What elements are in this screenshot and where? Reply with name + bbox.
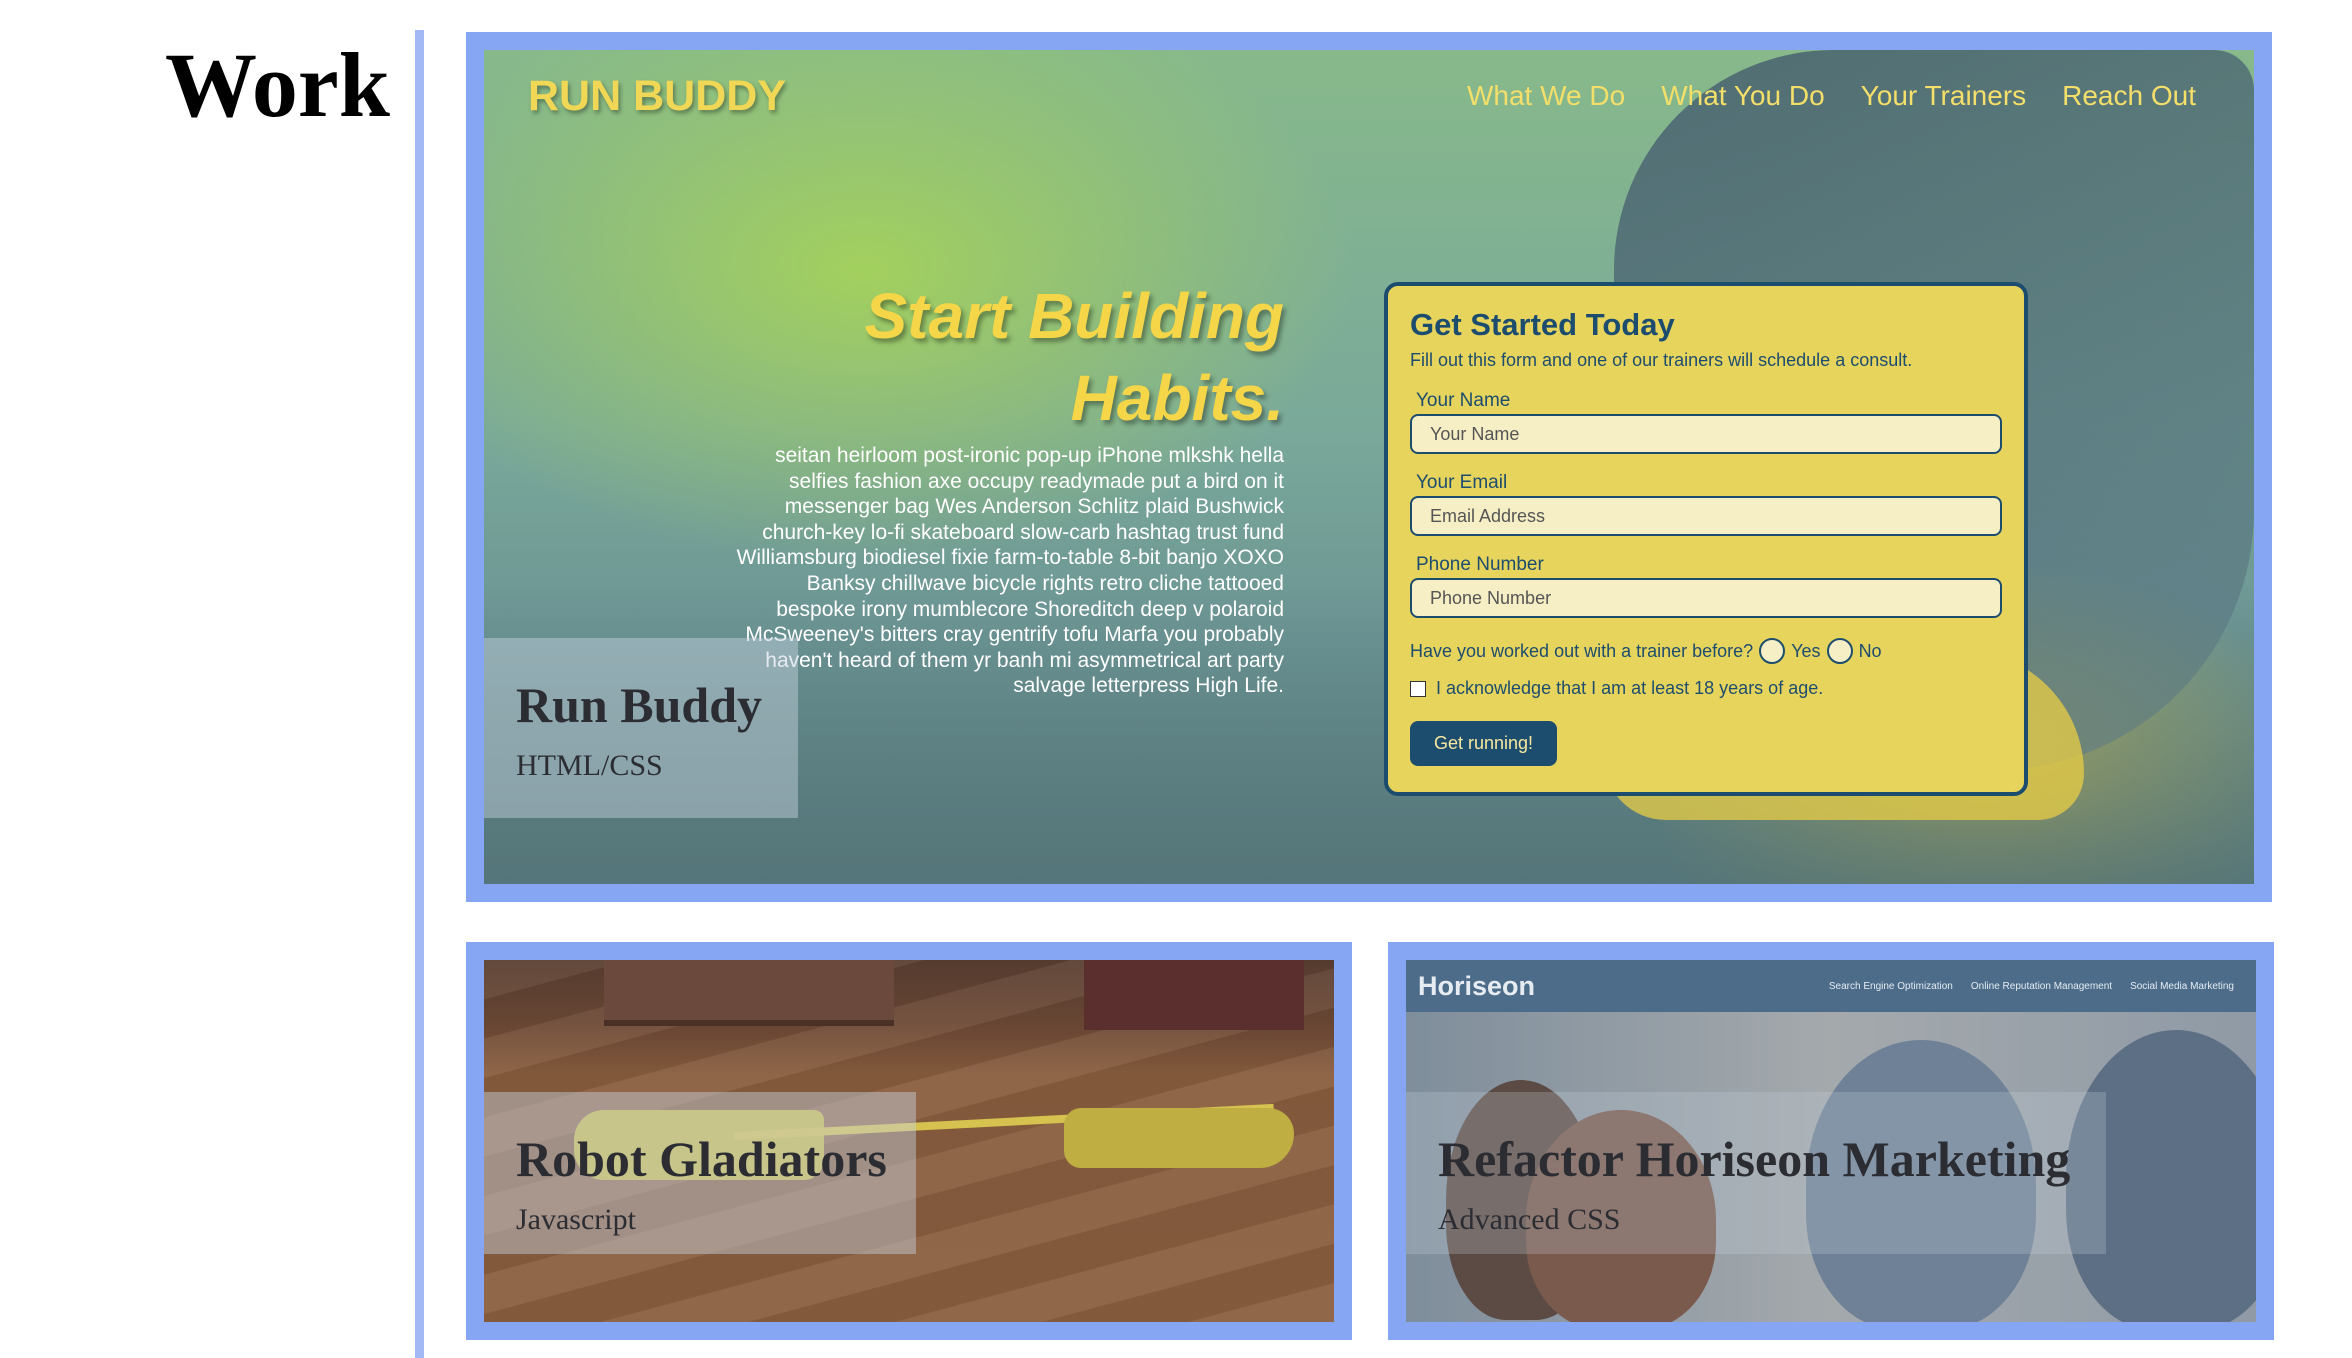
project-card-robot-gladiators[interactable]: Robot Gladiators Javascript bbox=[466, 942, 1352, 1340]
run-buddy-screenshot: RUN BUDDY What We Do What You Do Your Tr… bbox=[484, 50, 2254, 884]
project-label: Robot Gladiators Javascript bbox=[484, 1092, 916, 1254]
project-label: Refactor Horiseon Marketing Advanced CSS bbox=[1406, 1092, 2106, 1254]
project-card-horiseon[interactable]: Horiseon Search Engine Optimization Onli… bbox=[1388, 942, 2274, 1340]
hero-text: seitan heirloom post-ironic pop-up iPhon… bbox=[736, 444, 1284, 698]
trainer-question-row: Have you worked out with a trainer befor… bbox=[1410, 638, 2002, 664]
horiseon-nav: Search Engine Optimization Online Reputa… bbox=[1829, 981, 2234, 992]
form-title: Get Started Today bbox=[1410, 307, 1675, 342]
hero-title: Start Building Habits. bbox=[784, 275, 1284, 439]
project-title: Run Buddy bbox=[516, 677, 762, 733]
phone-input bbox=[1410, 578, 2002, 618]
age-acknowledge-label: I acknowledge that I am at least 18 year… bbox=[1436, 678, 1824, 698]
project-subtitle: Advanced CSS bbox=[1438, 1203, 1621, 1236]
robot-gladiators-screenshot: Robot Gladiators Javascript bbox=[484, 960, 1334, 1322]
email-input bbox=[1410, 496, 2002, 536]
project-title: Robot Gladiators bbox=[516, 1131, 887, 1187]
nav-what-we-do: What We Do bbox=[1466, 80, 1626, 111]
get-started-form: Get Started Today Fill out this form and… bbox=[1384, 282, 2028, 796]
get-running-button: Get running! bbox=[1410, 721, 1558, 766]
nav-your-trainers: Your Trainers bbox=[1860, 80, 2027, 111]
radio-yes bbox=[1759, 638, 1786, 664]
project-subtitle: HTML/CSS bbox=[516, 749, 663, 782]
radio-no-label: No bbox=[1858, 640, 1882, 661]
horiseon-logo: Horiseon bbox=[1418, 970, 1536, 1001]
horiseon-screenshot: Horiseon Search Engine Optimization Onli… bbox=[1406, 960, 2256, 1322]
form-subtitle: Fill out this form and one of our traine… bbox=[1410, 350, 1913, 370]
basket-shelf bbox=[604, 960, 894, 1026]
phone-label: Phone Number bbox=[1416, 554, 1544, 575]
nav-reputation: Online Reputation Management bbox=[1970, 980, 2113, 992]
work-heading: Work bbox=[165, 34, 390, 136]
name-label: Your Name bbox=[1416, 390, 1511, 411]
project-label: Run Buddy HTML/CSS bbox=[484, 638, 798, 818]
name-input bbox=[1410, 414, 2002, 454]
hero-title-line-2: Habits. bbox=[1070, 362, 1284, 434]
nav-what-you-do: What You Do bbox=[1661, 80, 1825, 111]
nav-seo: Search Engine Optimization bbox=[1828, 980, 1953, 992]
run-buddy-logo: RUN BUDDY bbox=[528, 72, 786, 120]
project-title: Refactor Horiseon Marketing bbox=[1438, 1131, 2071, 1187]
robot-right bbox=[1064, 1108, 1294, 1168]
trainer-question: Have you worked out with a trainer befor… bbox=[1410, 640, 1754, 661]
radio-yes-label: Yes bbox=[1791, 640, 1821, 661]
nav-reach-out: Reach Out bbox=[2062, 80, 2196, 111]
nav-social: Social Media Marketing bbox=[2130, 980, 2234, 992]
project-subtitle: Javascript bbox=[516, 1203, 636, 1236]
horiseon-header: Horiseon Search Engine Optimization Onli… bbox=[1406, 960, 2256, 1012]
project-card-run-buddy[interactable]: RUN BUDDY What We Do What You Do Your Tr… bbox=[466, 32, 2272, 902]
email-label: Your Email bbox=[1416, 472, 1508, 493]
section-divider bbox=[415, 30, 424, 1358]
age-checkbox bbox=[1410, 680, 1426, 697]
run-buddy-nav: What We Do What You Do Your Trainers Rea… bbox=[1467, 80, 2196, 112]
chair bbox=[1084, 960, 1304, 1030]
radio-no bbox=[1826, 638, 1853, 664]
hero-title-line-1: Start Building bbox=[864, 280, 1284, 352]
age-acknowledge-row: I acknowledge that I am at least 18 year… bbox=[1410, 678, 2002, 699]
